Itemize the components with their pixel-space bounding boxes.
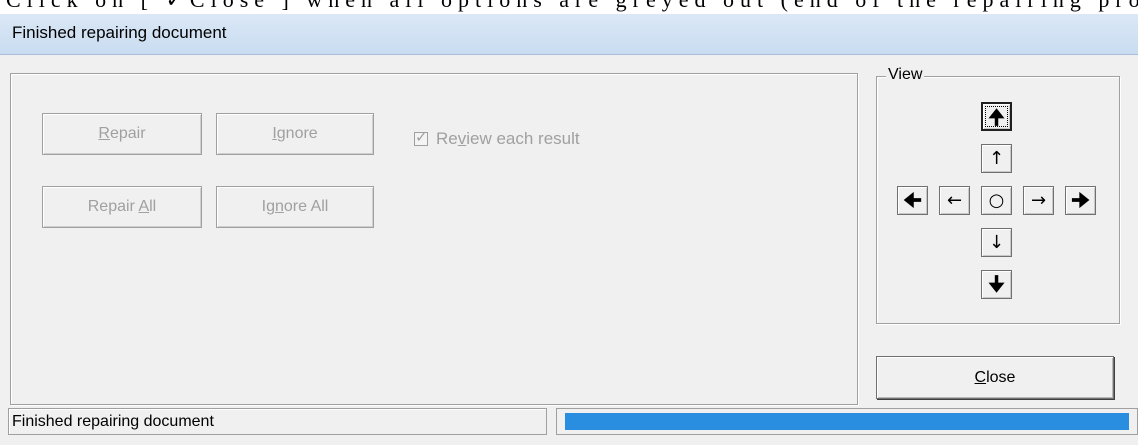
repair-all-mnemonic: A xyxy=(138,198,150,215)
review-mnemonic: v xyxy=(457,129,467,148)
caption-text: Click on [ ✓Close ] when all options are… xyxy=(6,0,1138,13)
review-checkbox[interactable]: ✓ xyxy=(414,129,428,146)
repair-all-label-rest: ll xyxy=(149,198,157,215)
review-checkbox-label: Review each result xyxy=(436,129,580,149)
view-group-label: View xyxy=(886,66,925,84)
repair-all-label-pre: Repair xyxy=(87,198,139,215)
scroll-left-end-arrow-icon[interactable]: 🠈 xyxy=(897,186,928,215)
ignore-all-button[interactable]: Ignore All xyxy=(216,186,374,228)
close-mnemonic: C xyxy=(974,369,987,386)
document-caption: Click on [ ✓Close ] when all options are… xyxy=(0,0,1138,14)
close-button[interactable]: Close xyxy=(876,356,1114,399)
progress-bar xyxy=(556,408,1138,435)
scroll-right-end-arrow-icon[interactable]: 🠊 xyxy=(1065,186,1096,215)
ignore-all-label-rest: ore All xyxy=(283,198,329,215)
close-label-rest: lose xyxy=(986,369,1016,386)
ignore-all-label-pre: Ig xyxy=(261,198,275,215)
window-title: Finished repairing document xyxy=(12,23,227,42)
arrow-up-icon[interactable]: ↑ xyxy=(981,144,1012,173)
repair-label-rest: epair xyxy=(109,125,146,142)
repair-mnemonic: R xyxy=(98,125,110,142)
ignore-button[interactable]: Ignore xyxy=(216,113,374,155)
progress-fill xyxy=(565,413,1129,430)
status-bar-text: Finished repairing document xyxy=(8,408,547,435)
scroll-top-arrow-icon[interactable]: 🠉 xyxy=(981,102,1012,131)
title-bar: Finished repairing document xyxy=(0,14,1138,55)
review-label-pre: Re xyxy=(436,129,458,148)
checkmark-icon: ✓ xyxy=(415,129,428,146)
repair-button[interactable]: Repair xyxy=(42,113,202,155)
ignore-label-rest: gnore xyxy=(276,125,318,142)
arrow-right-icon[interactable]: → xyxy=(1023,186,1054,215)
review-label-rest: iew each result xyxy=(466,129,580,148)
arrow-down-icon[interactable]: ↓ xyxy=(981,228,1012,257)
scroll-bottom-arrow-icon[interactable]: 🠋 xyxy=(981,270,1012,299)
ignore-all-mnemonic: n xyxy=(274,198,284,215)
repair-all-button[interactable]: Repair All xyxy=(42,186,202,228)
arrow-left-icon[interactable]: ← xyxy=(939,186,970,215)
repair-dialog: Finished repairing document Repair Ignor… xyxy=(0,14,1138,445)
center-circle-icon[interactable]: ○ xyxy=(981,186,1012,215)
